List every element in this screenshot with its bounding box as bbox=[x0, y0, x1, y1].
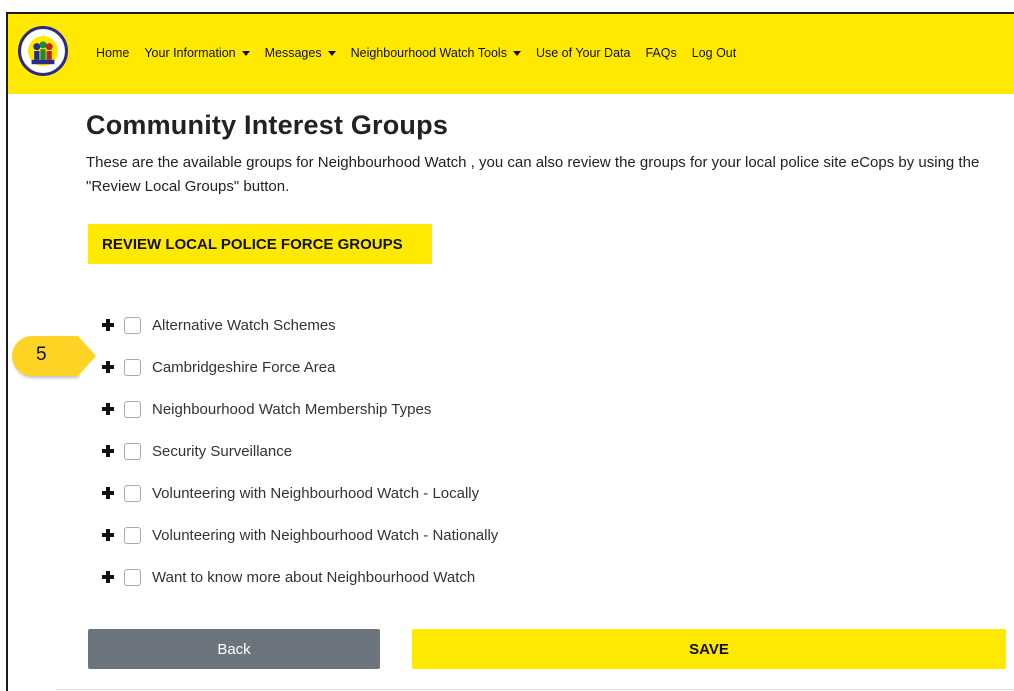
group-label: Security Surveillance bbox=[152, 442, 293, 460]
expand-plus-icon[interactable] bbox=[102, 487, 114, 499]
divider bbox=[56, 689, 1014, 690]
nav-messages-label: Messages bbox=[264, 46, 322, 60]
chevron-down-icon bbox=[512, 50, 521, 56]
nav-log-out[interactable]: Log Out bbox=[692, 46, 736, 60]
nav-faqs-label: FAQs bbox=[645, 46, 677, 60]
list-item: Cambridgeshire Force Area bbox=[102, 346, 802, 388]
list-item: Security Surveillance bbox=[102, 430, 802, 472]
group-checkbox[interactable] bbox=[124, 526, 141, 544]
list-item: Volunteering with Neighbourhood Watch - … bbox=[102, 514, 802, 556]
main-navigation: Home Your Information Messages Neighbour… bbox=[96, 46, 751, 60]
neighbourhood-watch-logo[interactable] bbox=[18, 26, 68, 76]
expand-plus-icon[interactable] bbox=[102, 361, 114, 373]
nav-tools-label: Neighbourhood Watch Tools bbox=[350, 46, 507, 60]
group-label: Volunteering with Neighbourhood Watch - … bbox=[152, 484, 480, 502]
nav-messages[interactable]: Messages bbox=[265, 46, 336, 60]
app-window: Home Your Information Messages Neighbour… bbox=[6, 12, 1014, 691]
group-checkbox[interactable] bbox=[124, 568, 141, 586]
expand-plus-icon[interactable] bbox=[102, 571, 114, 583]
group-checkbox[interactable] bbox=[124, 358, 141, 376]
nav-neighbourhood-watch-tools[interactable]: Neighbourhood Watch Tools bbox=[351, 46, 521, 60]
step-callout: 5 bbox=[12, 336, 96, 376]
nav-use-of-data-label: Use of Your Data bbox=[535, 46, 631, 60]
group-checkbox[interactable] bbox=[124, 442, 141, 460]
group-checkbox[interactable] bbox=[124, 400, 141, 418]
nav-use-of-your-data[interactable]: Use of Your Data bbox=[536, 46, 631, 60]
group-label: Want to know more about Neighbourhood Wa… bbox=[152, 568, 476, 586]
nav-home-label: Home bbox=[96, 46, 130, 60]
list-item: Neighbourhood Watch Membership Types bbox=[102, 388, 802, 430]
group-checkbox[interactable] bbox=[124, 316, 141, 334]
list-item: Volunteering with Neighbourhood Watch - … bbox=[102, 472, 802, 514]
nav-your-information-label: Your Information bbox=[144, 46, 236, 60]
step-number: 5 bbox=[36, 344, 47, 365]
review-local-groups-button[interactable]: REVIEW LOCAL POLICE FORCE GROUPS bbox=[88, 224, 432, 264]
save-button[interactable]: SAVE bbox=[412, 629, 1006, 669]
page-description: These are the available groups for Neigh… bbox=[86, 154, 980, 195]
expand-plus-icon[interactable] bbox=[102, 319, 114, 331]
group-label: Volunteering with Neighbourhood Watch - … bbox=[152, 526, 499, 544]
top-navbar: Home Your Information Messages Neighbour… bbox=[8, 14, 1014, 94]
chevron-down-icon bbox=[241, 50, 250, 56]
expand-plus-icon[interactable] bbox=[102, 445, 114, 457]
list-item: Alternative Watch Schemes bbox=[102, 304, 802, 346]
nav-your-information[interactable]: Your Information bbox=[144, 46, 250, 60]
group-label: Neighbourhood Watch Membership Types bbox=[152, 400, 432, 418]
expand-plus-icon[interactable] bbox=[102, 529, 114, 541]
back-button[interactable]: Back bbox=[88, 629, 380, 669]
groups-list: Alternative Watch Schemes Cambridgeshire… bbox=[102, 304, 802, 598]
nav-log-out-label: Log Out bbox=[691, 46, 737, 60]
list-item: Want to know more about Neighbourhood Wa… bbox=[102, 556, 802, 598]
nav-faqs[interactable]: FAQs bbox=[645, 46, 676, 60]
chevron-down-icon bbox=[327, 50, 336, 56]
expand-plus-icon[interactable] bbox=[102, 403, 114, 415]
nav-home[interactable]: Home bbox=[96, 46, 129, 60]
group-label: Alternative Watch Schemes bbox=[152, 316, 336, 334]
group-label: Cambridgeshire Force Area bbox=[152, 358, 336, 376]
page-header: Community Interest Groups These are the … bbox=[86, 110, 1014, 199]
page-title: Community Interest Groups bbox=[86, 110, 449, 140]
group-checkbox[interactable] bbox=[124, 484, 141, 502]
